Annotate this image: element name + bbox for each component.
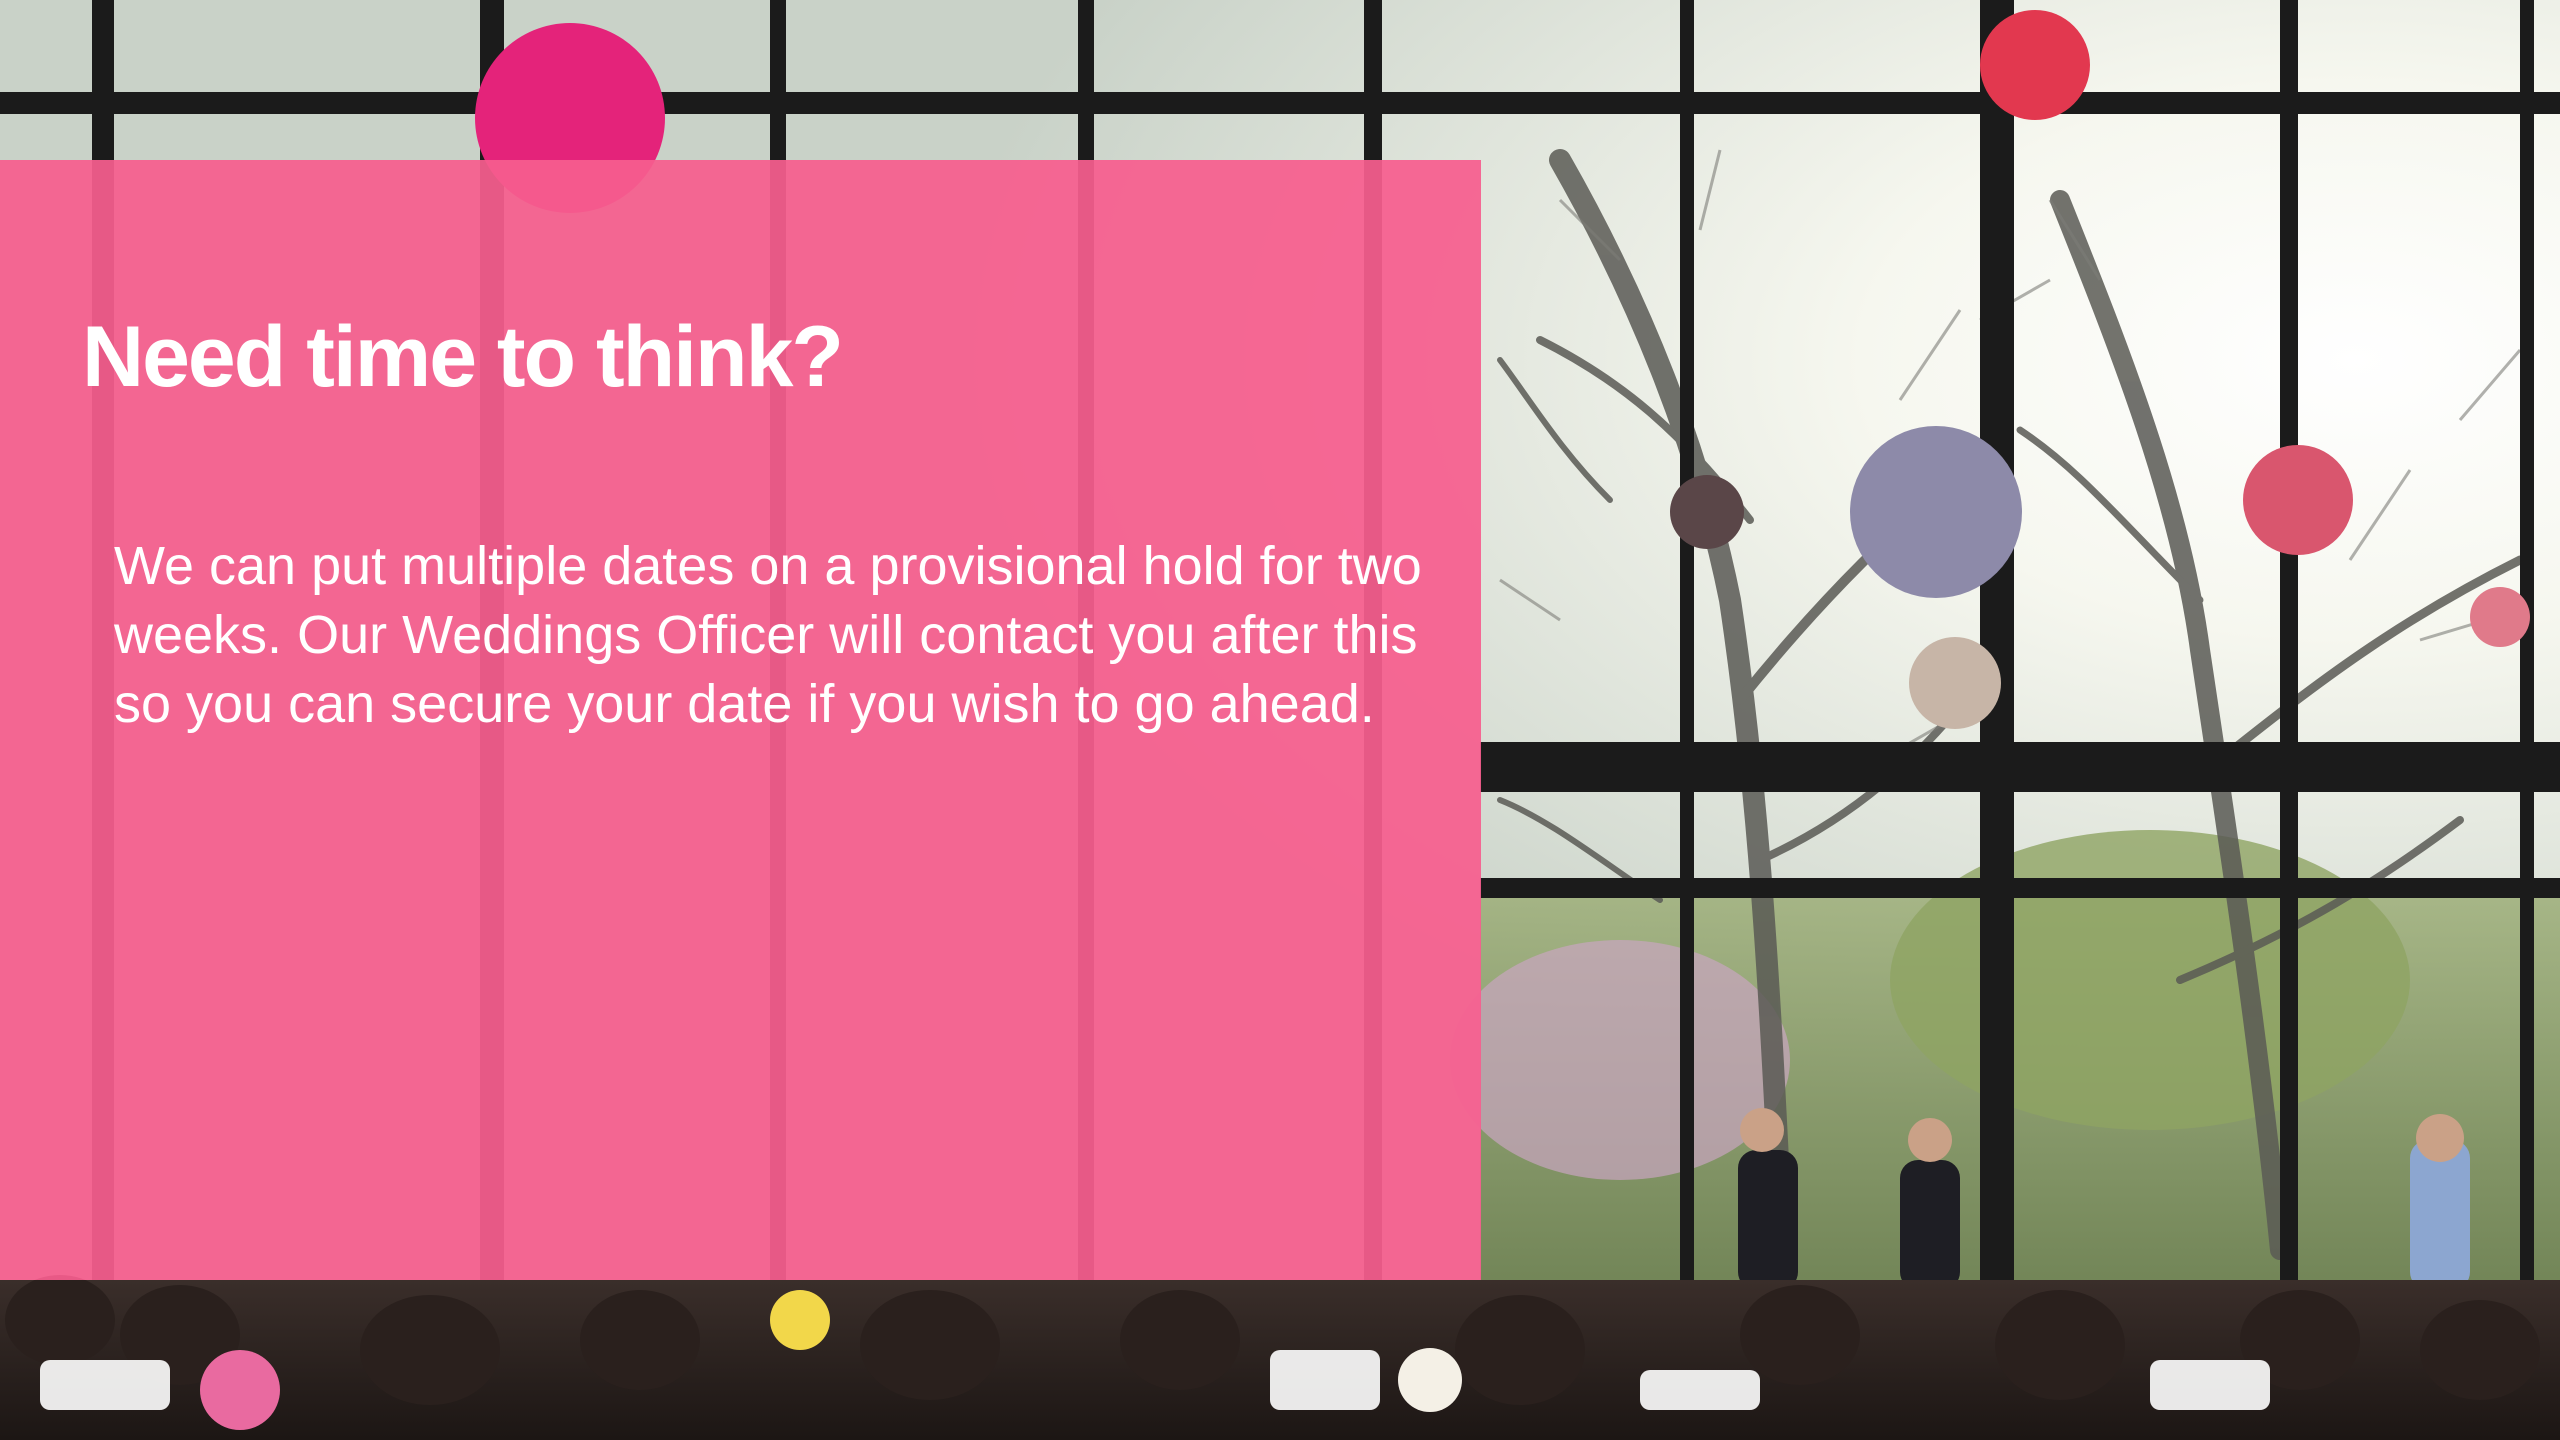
slide: Need time to think? We can put multiple … [0,0,2560,1440]
slide-heading: Need time to think? [82,309,844,405]
slide-body-text: We can put multiple dates on a provision… [114,536,1422,734]
